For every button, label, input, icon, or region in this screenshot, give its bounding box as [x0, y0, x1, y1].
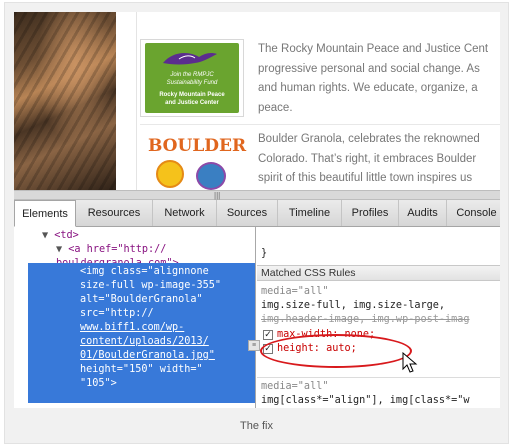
- tab-sources[interactable]: Sources: [217, 200, 278, 226]
- dom-node-anchor[interactable]: ▼ <a href="http://: [56, 243, 166, 257]
- rmpjc-paragraph: The Rocky Mountain Peace and Justice Cen…: [258, 43, 489, 114]
- tab-timeline[interactable]: Timeline: [278, 200, 342, 226]
- dom-img-line[interactable]: size-full wp-image-355": [80, 279, 221, 293]
- rule-divider: [257, 377, 500, 378]
- sun-icon: [156, 160, 184, 188]
- tab-resources[interactable]: Resources: [76, 200, 153, 226]
- styles-pane: } Matched CSS Rules media="all" img.size…: [257, 227, 500, 408]
- devtools-resize-handle[interactable]: |||: [14, 190, 500, 200]
- dom-img-line[interactable]: <img class="alignnone: [80, 265, 209, 279]
- rock-photo: [14, 12, 116, 190]
- rule-close-brace: }: [261, 248, 268, 259]
- granola-paragraph: Boulder Granola, celebrates the reknowne…: [258, 133, 480, 184]
- rmpjc-logo-link[interactable]: Join the RMPJC Sustainability Fund Rocky…: [140, 39, 244, 117]
- globe-icon: [196, 162, 226, 190]
- boulder-granola-logo-link[interactable]: BOULDER: [142, 132, 246, 190]
- rule-selector[interactable]: img.size-full, img.size-large,: [261, 299, 445, 313]
- dom-node-td[interactable]: ▼ <td>: [42, 229, 79, 243]
- rule-selector[interactable]: img[class*="align"], img[class*="w: [261, 394, 470, 408]
- dom-tree-pane: ▼ <td> ▼ <a href="http:// bouldergranola…: [14, 227, 256, 408]
- highlight-ellipse: [260, 334, 412, 368]
- pane-resize-grip[interactable]: ≡: [248, 340, 260, 351]
- media-label: media="all": [261, 286, 329, 297]
- dom-img-line[interactable]: src="http://: [80, 307, 154, 321]
- rmpjc-logo: Join the RMPJC Sustainability Fund Rocky…: [145, 43, 239, 113]
- tab-profiles[interactable]: Profiles: [342, 200, 399, 226]
- dom-img-src-link[interactable]: 01/BoulderGranola.jpg": [80, 349, 215, 363]
- rule-selector[interactable]: img.header-image, img.wp-post-imag: [261, 313, 470, 327]
- dom-img-src-link[interactable]: www.biff1.com/wp-: [80, 321, 184, 335]
- expand-triangle-icon[interactable]: ▼: [42, 230, 48, 241]
- webpage-viewport: Join the RMPJC Sustainability Fund Rocky…: [14, 12, 500, 190]
- dom-img-src-link[interactable]: content/uploads/2013/: [80, 335, 209, 349]
- mouse-cursor-icon: [402, 352, 418, 373]
- dom-img-line[interactable]: alt="BoulderGranola": [80, 293, 203, 307]
- tab-elements[interactable]: Elements: [14, 200, 76, 227]
- property-checkbox[interactable]: ✓: [263, 330, 273, 340]
- tab-audits[interactable]: Audits: [399, 200, 447, 226]
- tab-network[interactable]: Network: [153, 200, 217, 226]
- grip-icon: |||: [214, 191, 221, 200]
- content-divider: [140, 124, 500, 125]
- screenshot: Join the RMPJC Sustainability Fund Rocky…: [14, 12, 500, 408]
- tab-console[interactable]: Console: [447, 200, 500, 226]
- media-label: media="all": [261, 381, 329, 392]
- logo-org-name: Rocky Mountain Peace and Justice Center: [159, 92, 225, 106]
- boulder-granola-wordmark: BOULDER: [148, 136, 247, 156]
- matched-css-rules-header[interactable]: Matched CSS Rules: [257, 265, 500, 281]
- devtools-toolbar: Elements Resources Network Sources Timel…: [14, 200, 500, 227]
- dom-img-line[interactable]: height="150" width=": [80, 363, 203, 377]
- dove-icon: [163, 53, 217, 65]
- expand-triangle-icon[interactable]: ▼: [56, 244, 62, 255]
- dom-img-line[interactable]: "105">: [80, 377, 117, 391]
- logo-tagline: Join the RMPJC Sustainability Fund: [166, 72, 218, 86]
- figure-caption: The fix: [239, 420, 273, 432]
